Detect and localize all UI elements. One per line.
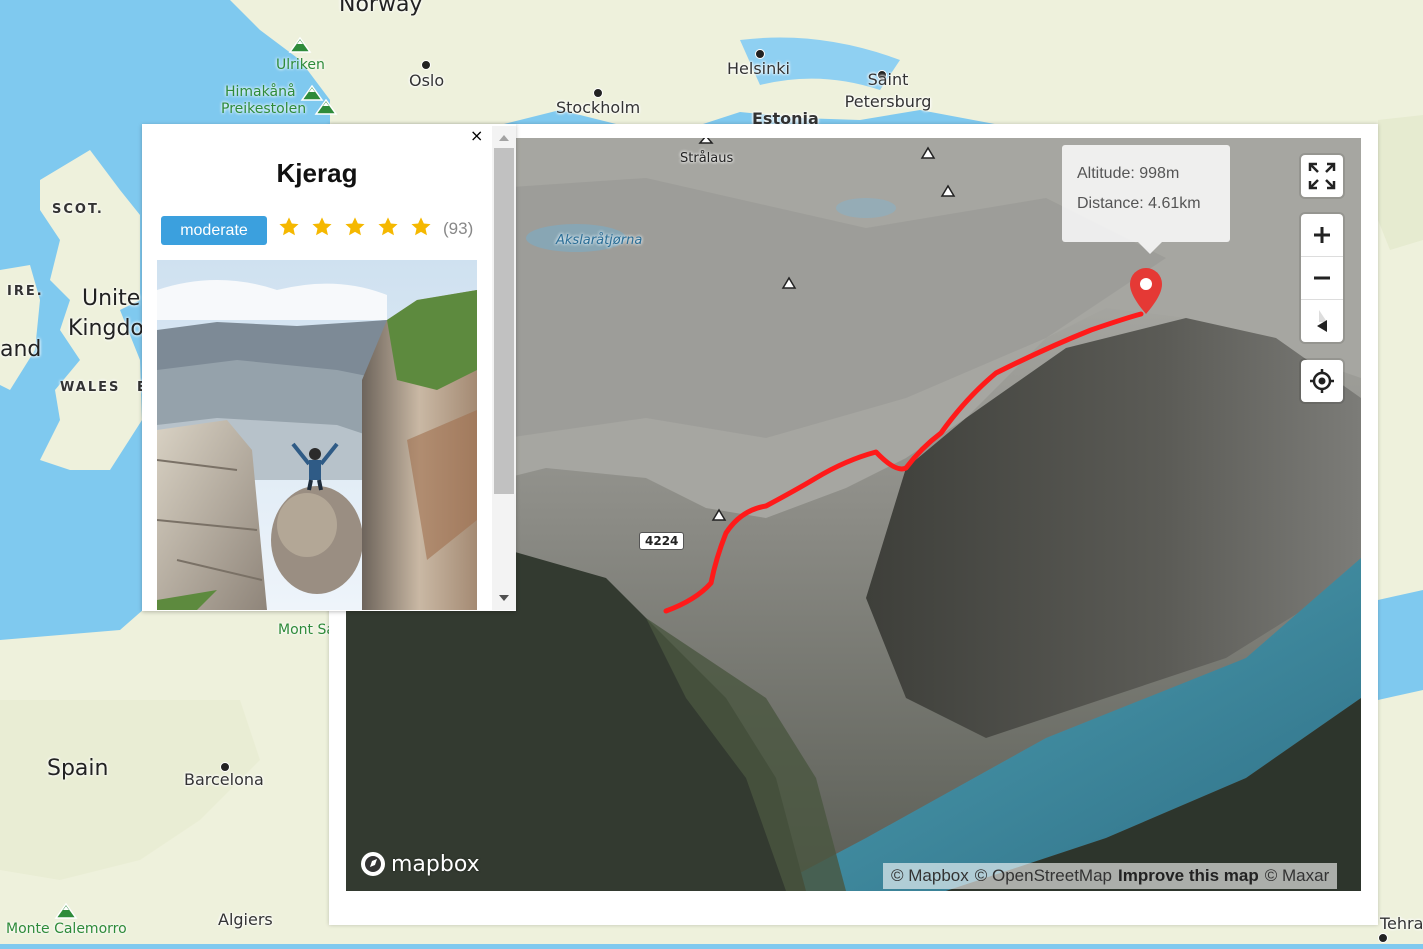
scroll-down-icon [499,595,509,601]
mapbox-logo-text: mapbox [391,851,480,877]
rating-stars [278,216,432,238]
road-shield-4224: 4224 [639,532,685,550]
minus-icon [1314,276,1330,280]
star-icon [279,217,299,236]
city-dot-helsinki [755,49,765,59]
peak-icon-preikestolen[interactable] [314,98,340,116]
poi-label-preikestolen[interactable]: Preikestolen [221,101,306,118]
star-icon [312,217,332,236]
geolocate-icon [1310,369,1334,393]
improve-map-link[interactable]: Improve this map [1118,866,1259,886]
region-label-scotland: SCOT. [52,202,104,217]
trail-photo[interactable] [157,260,477,610]
attribution-mapbox-link[interactable]: © Mapbox [891,866,969,886]
city-dot-oslo [421,60,431,70]
elevation-tooltip: Altitude: 998m Distance: 4.61km [1062,145,1230,254]
city-label-barcelona: Barcelona [184,770,264,789]
attribution-osm-link[interactable]: © OpenStreetMap [975,866,1112,886]
navigation-control [1301,214,1343,342]
geolocate-button[interactable] [1301,360,1343,402]
plus-icon [1314,227,1330,243]
scroll-up-icon [499,135,509,141]
fullscreen-icon [1308,162,1336,190]
city-dot-stockholm [593,88,603,98]
difficulty-badge: moderate [161,216,267,245]
country-label-spain: Spain [47,756,109,781]
trail-title: Kjerag [276,158,358,188]
poi-label-monte-calemorro[interactable]: Monte Calemorro [6,921,127,938]
map-attribution: © Mapbox © OpenStreetMap Improve this ma… [883,863,1338,889]
country-label-kingdom: Kingdo [68,316,144,341]
country-label-united: Unite [82,286,141,311]
tooltip-altitude: Altitude: 998m [1077,165,1180,182]
review-count[interactable]: (93) [443,219,473,239]
star-icon [411,217,431,236]
tooltip-distance: Distance: 4.61km [1077,195,1201,212]
city-label-tehran: Tehran [1380,914,1423,933]
region-label-wales: WALES [60,380,121,395]
compass-icon [1317,310,1327,332]
poi-label-mont-sa[interactable]: Mont Sa [278,622,335,639]
zoom-out-button[interactable] [1301,256,1343,299]
attribution-maxar-link[interactable]: © Maxar [1265,866,1329,886]
close-icon[interactable]: × [470,126,483,145]
compass-button[interactable] [1301,299,1343,342]
city-label-algiers: Algiers [218,910,273,929]
scrollbar-thumb[interactable] [494,148,514,494]
terrain-label-akslaratjorna: Akslaråtjørna [556,233,643,248]
kjeragbolten-photo [157,260,477,610]
fullscreen-control [1301,155,1343,197]
city-label-stockholm: Stockholm [556,98,641,117]
star-icon [345,217,365,236]
city-label-helsinki: Helsinki [727,59,790,78]
city-dot-tehran [1378,933,1388,943]
country-label-norway: Norway [339,0,423,17]
poi-label-himakana[interactable]: Himakånå [225,84,296,101]
peak-icon-ulriken[interactable] [288,36,312,54]
poi-label-ulriken[interactable]: Ulriken [276,57,325,74]
mapbox-logo-icon [361,852,385,876]
region-label-ireland: IRE. [7,284,44,299]
geolocate-control [1301,360,1343,402]
zoom-in-button[interactable] [1301,214,1343,256]
country-label-partial: and [0,337,42,362]
city-label-oslo: Oslo [409,71,445,90]
peak-icon-monte-calemorro[interactable] [54,902,78,920]
mapbox-logo[interactable]: mapbox [359,850,480,878]
star-icon [378,217,398,236]
terrain-label-stralaus: Strålaus [680,151,734,166]
fullscreen-button[interactable] [1301,155,1343,197]
city-label-saint-petersburg: Saint Petersburg [844,70,932,111]
